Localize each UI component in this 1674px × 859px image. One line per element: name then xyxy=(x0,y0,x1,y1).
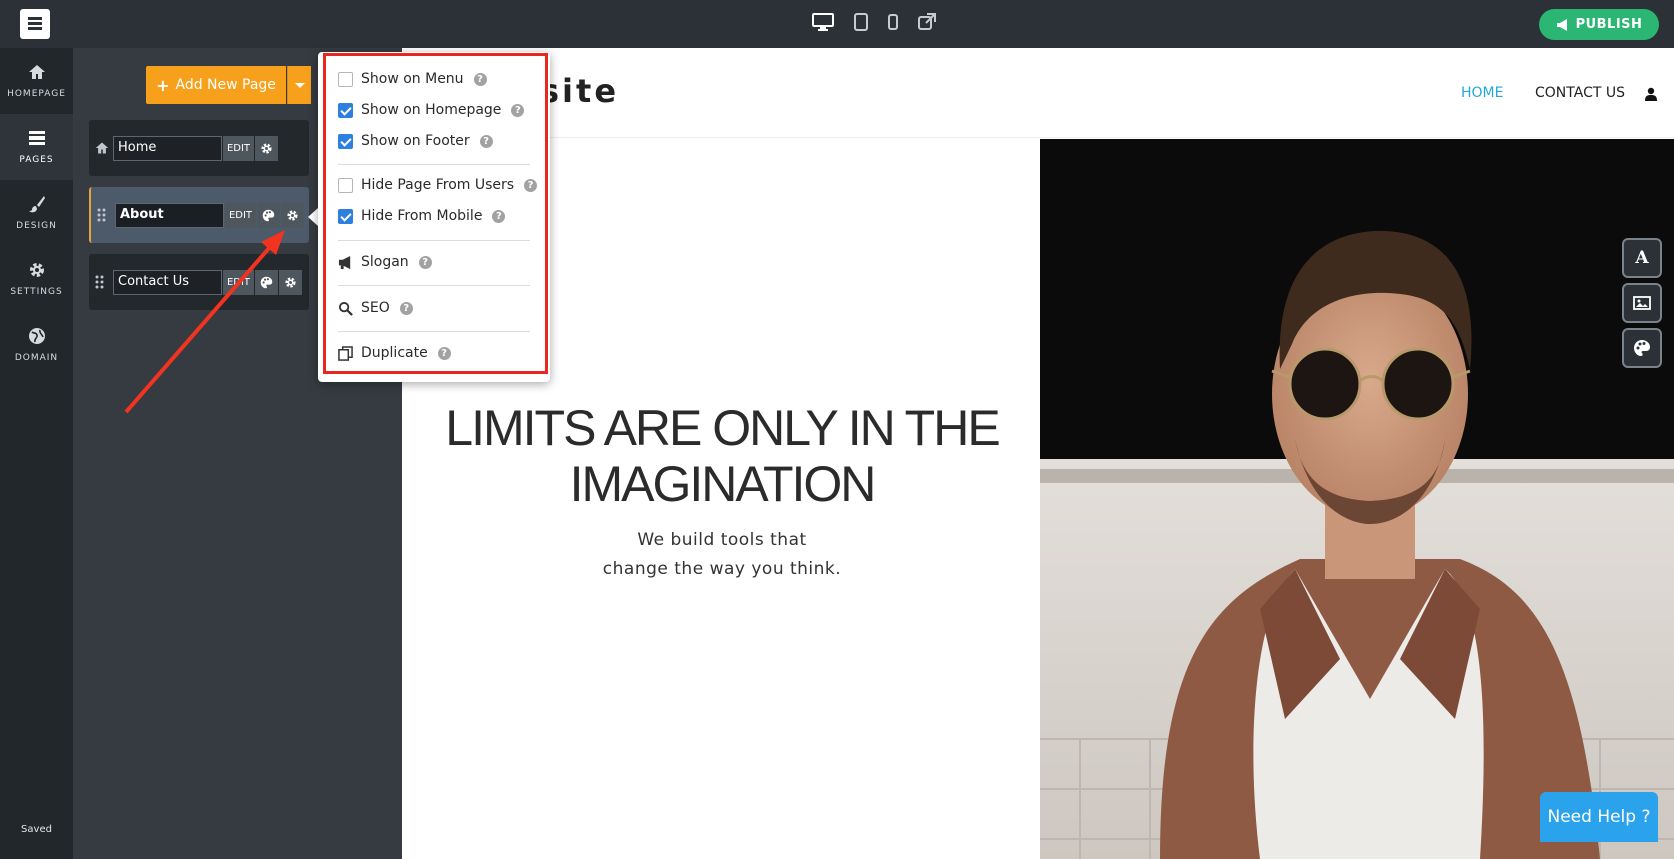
desktop-icon[interactable] xyxy=(812,12,836,34)
top-bar: PUBLISH xyxy=(0,0,1674,48)
add-new-page-button[interactable]: + Add New Page xyxy=(146,66,286,104)
page-design-button[interactable] xyxy=(257,203,280,228)
site-menu-contact-us[interactable]: CONTACT US xyxy=(1535,85,1625,101)
add-new-page-label: Add New Page xyxy=(175,77,276,93)
page-name-input[interactable]: About xyxy=(115,203,224,228)
sidebar-item-pages[interactable]: PAGES xyxy=(0,114,73,180)
site-header: site HOME CONTACT US xyxy=(402,48,1674,138)
brush-icon xyxy=(28,196,45,213)
home-icon xyxy=(28,65,45,79)
edit-page-button[interactable]: EDIT xyxy=(223,136,254,161)
popup-pointer xyxy=(308,208,318,226)
palette-icon xyxy=(1634,340,1650,356)
font-icon: A xyxy=(1635,248,1649,268)
palette-icon xyxy=(260,276,273,289)
sidebar-item-label: SETTINGS xyxy=(10,287,63,297)
external-link-icon[interactable] xyxy=(917,12,941,34)
megaphone-icon xyxy=(1556,18,1567,31)
hero-subtitle-line: change the way you think. xyxy=(602,559,842,579)
sidebar-item-domain[interactable]: DOMAIN xyxy=(0,312,73,378)
app-logo-icon[interactable] xyxy=(20,9,50,39)
text-tool-button[interactable]: A xyxy=(1622,238,1662,278)
floating-tools: A xyxy=(1622,238,1664,373)
gear-icon xyxy=(285,277,296,288)
page-name-input[interactable]: Contact Us xyxy=(113,270,222,295)
page-settings-button[interactable] xyxy=(255,136,278,161)
sidebar-item-settings[interactable]: SETTINGS xyxy=(0,246,73,312)
website-preview: site HOME CONTACT US LIMITS ARE ONLY IN … xyxy=(402,48,1674,859)
publish-button[interactable]: PUBLISH xyxy=(1539,9,1659,40)
page-settings-button[interactable] xyxy=(279,270,302,295)
palette-icon xyxy=(262,209,275,222)
page-name-input[interactable]: Home xyxy=(113,136,222,161)
site-menu-home[interactable]: HOME xyxy=(1461,85,1503,101)
sidebar-item-homepage[interactable]: HOMEPAGE xyxy=(0,48,73,114)
edit-page-button[interactable]: EDIT xyxy=(223,270,254,295)
hero-subtitle-line: We build tools that xyxy=(637,530,807,550)
gear-icon xyxy=(29,263,44,277)
gear-icon xyxy=(261,143,272,154)
add-page-dropdown-button[interactable] xyxy=(287,66,311,104)
page-row-home: Home EDIT xyxy=(89,120,309,176)
publish-label: PUBLISH xyxy=(1575,17,1643,32)
drag-handle-icon[interactable] xyxy=(95,274,109,290)
user-icon[interactable] xyxy=(1645,86,1659,101)
annotation-highlight-box xyxy=(323,53,548,374)
pages-icon xyxy=(28,131,45,145)
image-tool-button[interactable] xyxy=(1622,283,1662,323)
page-settings-button[interactable] xyxy=(281,203,304,228)
gear-icon xyxy=(287,210,298,221)
sidebar: HOMEPAGE PAGES DESIGN SETTINGS DOMAIN Sa… xyxy=(0,48,73,859)
page-design-button[interactable] xyxy=(255,270,278,295)
sidebar-item-label: HOMEPAGE xyxy=(7,89,66,99)
site-brand[interactable]: site xyxy=(540,72,619,110)
hero-subtitle[interactable]: We build tools that change the way you t… xyxy=(422,526,1022,584)
sidebar-item-label: DOMAIN xyxy=(14,353,59,363)
save-status: Saved xyxy=(21,824,52,835)
edit-page-button[interactable]: EDIT xyxy=(225,203,256,228)
hero-title-line: IMAGINATION xyxy=(569,456,877,512)
drag-handle-icon[interactable] xyxy=(97,207,111,223)
globe-icon xyxy=(28,328,45,344)
hero-title[interactable]: LIMITS ARE ONLY IN THE IMAGINATION xyxy=(422,400,1022,512)
tablet-icon[interactable] xyxy=(853,12,877,34)
home-icon xyxy=(95,140,109,156)
image-icon xyxy=(1633,296,1651,310)
hero-title-line: LIMITS ARE ONLY IN THE xyxy=(445,400,1000,456)
page-row-contact-us: Contact Us EDIT xyxy=(89,254,309,310)
plus-icon: + xyxy=(156,75,170,95)
color-tool-button[interactable] xyxy=(1622,328,1662,368)
sidebar-item-label: PAGES xyxy=(19,155,54,165)
sidebar-item-label: DESIGN xyxy=(16,221,57,231)
mobile-icon[interactable] xyxy=(887,12,911,34)
sidebar-item-design[interactable]: DESIGN xyxy=(0,180,73,246)
hero-image[interactable] xyxy=(1040,139,1674,859)
page-row-about: About EDIT xyxy=(89,187,309,243)
need-help-button[interactable]: Need Help ? xyxy=(1540,792,1658,842)
